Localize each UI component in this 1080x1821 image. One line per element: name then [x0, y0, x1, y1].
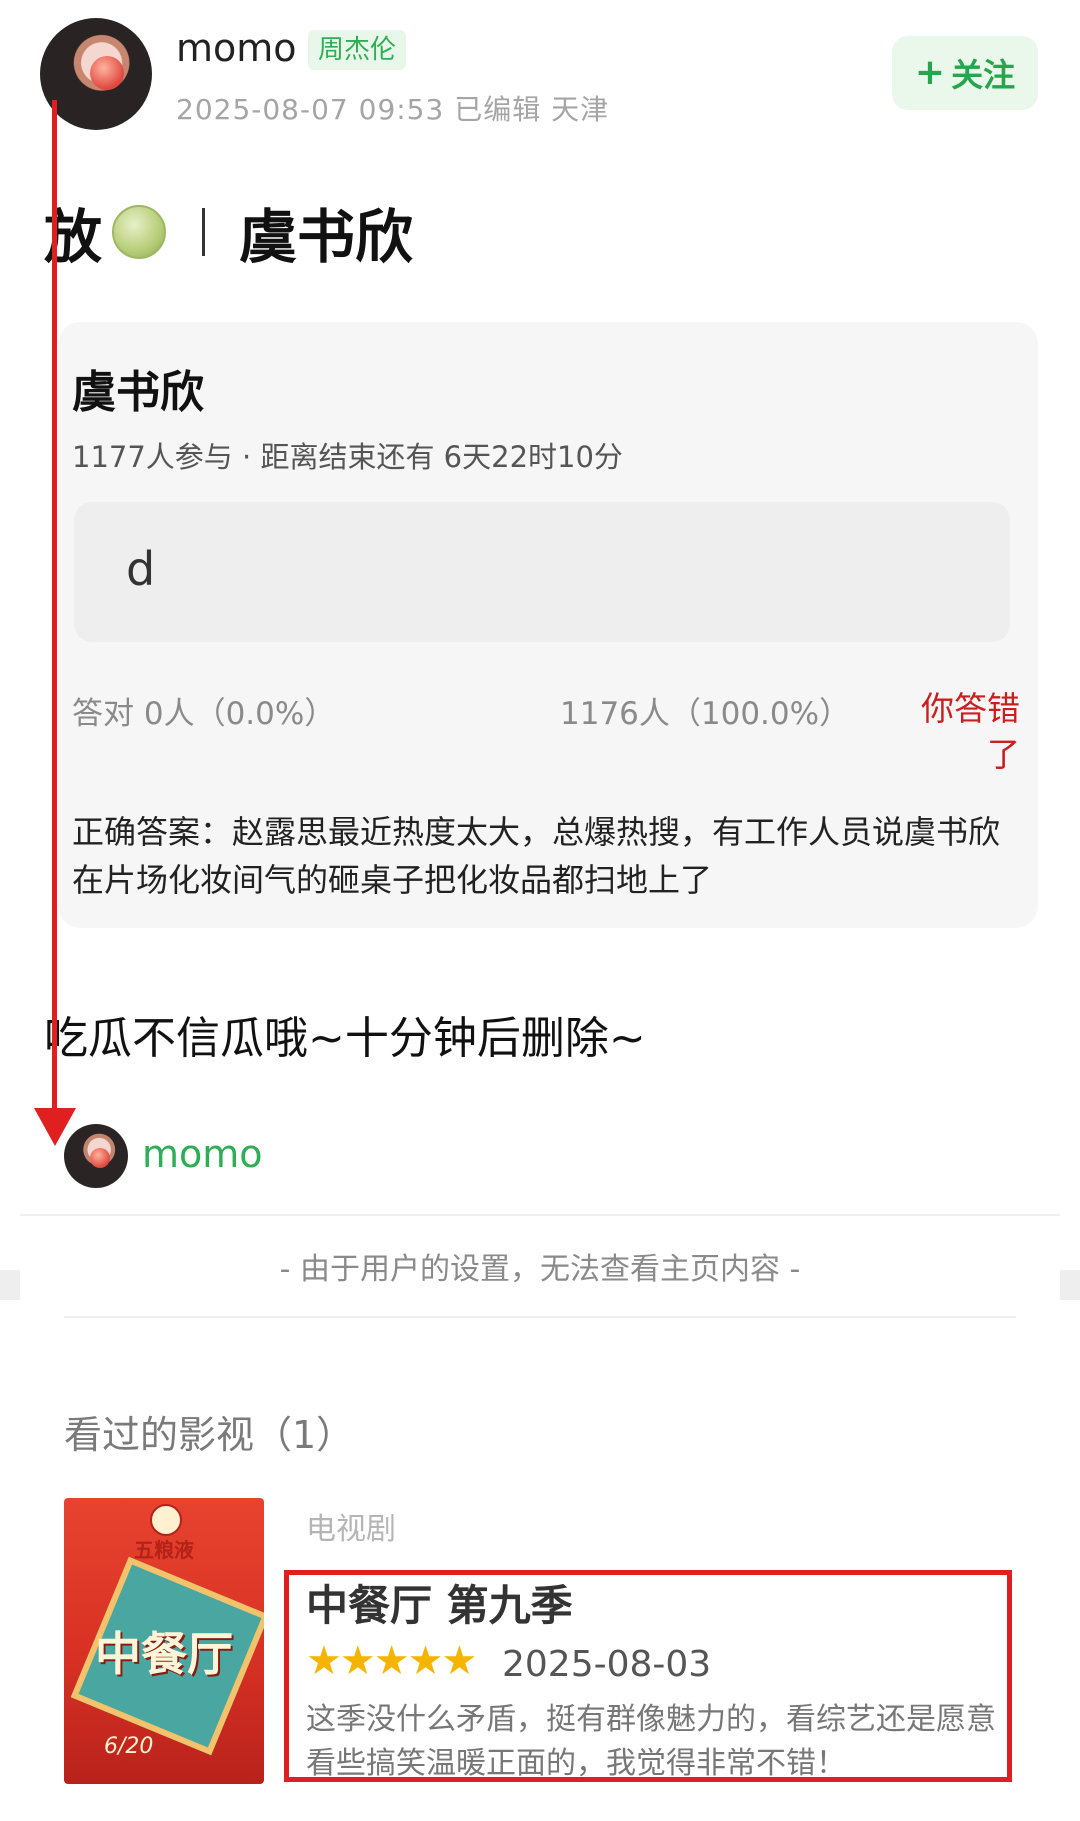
wrong-result: 你答错了 — [921, 689, 1020, 774]
topic-tag[interactable]: 周杰伦 — [308, 30, 407, 70]
brand-logo-icon — [150, 1504, 182, 1536]
profile-name[interactable]: momo — [142, 1132, 263, 1176]
poster-brand: 五粮液 — [134, 1538, 194, 1562]
melon-icon — [112, 205, 167, 259]
title-right: 虞书欣 — [239, 203, 414, 271]
privacy-notice: - 由于用户的设置，无法查看主页内容 - — [0, 1244, 1080, 1288]
poster-date: 6/20 — [104, 1734, 154, 1759]
follow-button[interactable]: + 关注 — [892, 36, 1038, 110]
vote-subtitle: 1177人参与 · 距离结束还有 6天22时10分 — [72, 440, 623, 474]
title-divider — [202, 208, 206, 256]
correct-stats: 答对 0人（0.0%） — [72, 696, 336, 732]
annotation-arrow-line — [52, 100, 57, 1120]
post-caption: 吃瓜不信瓜哦~十分钟后删除~ — [44, 1013, 646, 1064]
divider — [64, 1316, 1016, 1318]
media-type: 电视剧 — [306, 1512, 396, 1547]
author-name[interactable]: momo — [176, 26, 297, 70]
show-poster[interactable]: 五粮液 中餐厅 6/20 — [64, 1498, 264, 1784]
annotation-highlight-box — [284, 1570, 1012, 1782]
correct-answer: 正确答案：赵露思最近热度太大，总爆热搜，有工作人员说虞书欣在片场化妆间气的砸桌子… — [72, 813, 1001, 899]
post-title: 放 虞书欣 — [44, 190, 413, 274]
follow-label: 关注 — [951, 56, 1016, 94]
vote-option[interactable] — [74, 502, 1010, 642]
plus-icon: + — [914, 52, 946, 93]
wrong-stats: 1176人（100.0%） — [560, 696, 851, 732]
watched-section-title: 看过的影视（1） — [64, 1413, 355, 1457]
privacy-text: - 由于用户的设置，无法查看主页内容 - — [279, 1252, 801, 1287]
divider — [20, 1214, 1060, 1216]
profile-avatar[interactable] — [64, 1124, 128, 1188]
vote-title: 虞书欣 — [72, 367, 204, 418]
post-meta: 2025-08-07 09:53 已编辑 天津 — [176, 93, 610, 126]
vote-option-text: d — [126, 542, 156, 596]
poster-title: 中餐厅 — [95, 1627, 233, 1681]
